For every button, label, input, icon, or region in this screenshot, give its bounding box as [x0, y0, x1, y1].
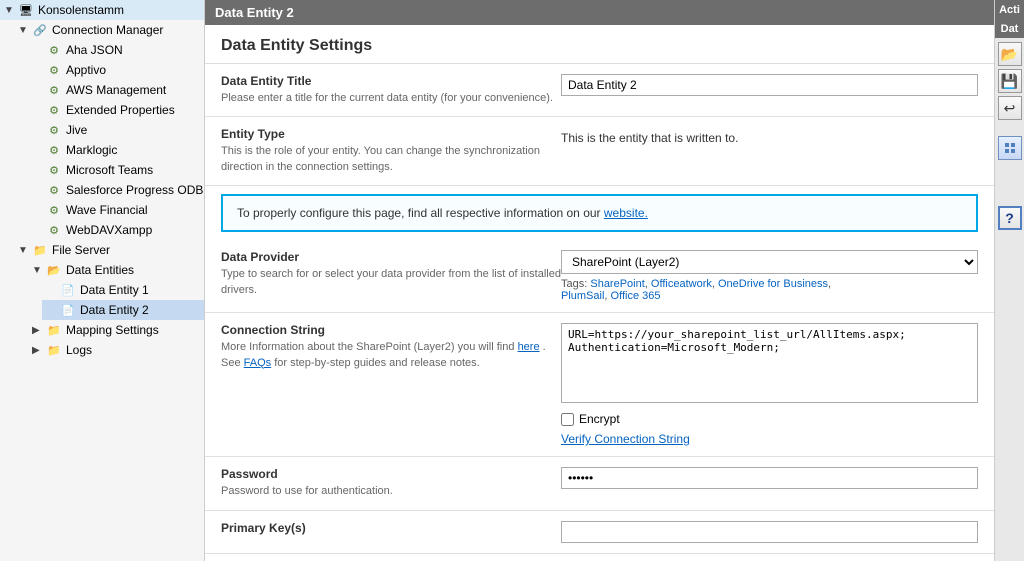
data-header: Dat: [995, 20, 1024, 38]
sidebar-item-data-entity-2[interactable]: 📄 Data Entity 2: [42, 300, 204, 320]
entity-title-section: Data Entity Title Please enter a title f…: [205, 64, 994, 117]
undo-button[interactable]: ↩: [998, 96, 1022, 120]
sidebar-tree: ▼ 🔗 Connection Manager ⚙ Aha JSON ⚙ Appt…: [0, 20, 204, 360]
wave-icon: ⚙: [46, 202, 62, 218]
sidebar-item-ms-teams[interactable]: ⚙ Microsoft Teams: [28, 160, 204, 180]
webdav-icon: ⚙: [46, 222, 62, 238]
entity-type-label: Entity Type: [221, 127, 561, 141]
sidebar-item-file-server[interactable]: ▼ 📁 File Server: [14, 240, 204, 260]
mapping-icon: 📁: [46, 322, 62, 338]
sidebar-item-marklogic[interactable]: ⚙ Marklogic: [28, 140, 204, 160]
help-button[interactable]: ?: [998, 206, 1022, 230]
entity-type-section: Entity Type This is the role of your ent…: [205, 117, 994, 186]
main-area: Data Entity 2 Data Entity Settings Data …: [205, 0, 994, 561]
conn-string-faq-link[interactable]: FAQs: [244, 357, 272, 369]
conn-manager-icon: 🔗: [32, 22, 48, 38]
encrypt-checkbox[interactable]: [561, 413, 574, 426]
sidebar-item-data-entity-1[interactable]: 📄 Data Entity 1: [42, 280, 204, 300]
entity-type-value: This is the entity that is written to.: [561, 127, 978, 145]
info-message: To properly configure this page, find al…: [237, 206, 601, 220]
data-provider-section: Data Provider Type to search for or sele…: [205, 240, 994, 313]
entity-type-desc: This is the role of your entity. You can…: [221, 144, 561, 175]
open-folder-button[interactable]: 📂: [998, 42, 1022, 66]
info-link[interactable]: website.: [604, 206, 648, 220]
sidebar-item-salesforce[interactable]: ⚙ Salesforce Progress ODBC: [28, 180, 204, 200]
aha-icon: ⚙: [46, 42, 62, 58]
title-bar: Data Entity 2: [205, 0, 994, 25]
logs-icon: 📁: [46, 342, 62, 358]
data-entities-icon: 📂: [46, 262, 62, 278]
data-provider-desc: Type to search for or select your data p…: [221, 267, 561, 298]
conn-string-desc: More Information about the SharePoint (L…: [221, 340, 561, 371]
primary-keys-label: Primary Key(s): [221, 521, 561, 535]
title-bar-text: Data Entity 2: [215, 5, 294, 20]
aws-icon: ⚙: [46, 82, 62, 98]
ext-props-icon: ⚙: [46, 102, 62, 118]
acti-header: Acti: [995, 0, 1024, 20]
sidebar-item-aws[interactable]: ⚙ AWS Management: [28, 80, 204, 100]
sidebar-item-webdav[interactable]: ⚙ WebDAVXampp: [28, 220, 204, 240]
right-buttons: 📂 💾 ↩ ?: [995, 38, 1024, 234]
file-server-icon: 📁: [32, 242, 48, 258]
root-icon: 🖥: [18, 2, 34, 18]
sidebar-item-data-entities[interactable]: ▼ 📂 Data Entities: [28, 260, 204, 280]
sidebar-item-jive[interactable]: ⚙ Jive: [28, 120, 204, 140]
conn-string-here-link[interactable]: here: [518, 341, 540, 353]
data-entity-1-icon: 📄: [60, 282, 76, 298]
sidebar: ▼ 🖥 Konsolenstamm ▼ 🔗 Connection Manager…: [0, 0, 205, 561]
sidebar-item-aha[interactable]: ⚙ Aha JSON: [28, 40, 204, 60]
data-entity-2-icon: 📄: [60, 302, 76, 318]
data-provider-select[interactable]: SharePoint (Layer2) File Server AWS Mana…: [561, 250, 978, 274]
salesforce-icon: ⚙: [46, 182, 62, 198]
entity-title-label: Data Entity Title: [221, 74, 561, 88]
password-section: Password Password to use for authenticat…: [205, 457, 994, 510]
provider-tags: Tags: SharePoint, Officeatwork, OneDrive…: [561, 278, 978, 302]
sidebar-root: ▼ 🖥 Konsolenstamm: [0, 0, 204, 20]
sidebar-item-wave[interactable]: ⚙ Wave Financial: [28, 200, 204, 220]
jive-icon: ⚙: [46, 122, 62, 138]
sidebar-item-logs[interactable]: ▶ 📁 Logs: [28, 340, 204, 360]
ms-teams-icon: ⚙: [46, 162, 62, 178]
primary-keys-section: Primary Key(s): [205, 511, 994, 554]
password-input[interactable]: [561, 467, 978, 489]
info-box: To properly configure this page, find al…: [221, 194, 978, 232]
conn-string-label: Connection String: [221, 323, 561, 337]
encrypt-label: Encrypt: [579, 412, 620, 426]
entity-title-desc: Please enter a title for the current dat…: [221, 91, 561, 106]
data-provider-label: Data Provider: [221, 250, 561, 264]
content-area: Data Entity Settings Data Entity Title P…: [205, 25, 994, 561]
sidebar-item-apptivo[interactable]: ⚙ Apptivo: [28, 60, 204, 80]
primary-keys-input[interactable]: [561, 521, 978, 543]
sidebar-item-conn-manager[interactable]: ▼ 🔗 Connection Manager: [14, 20, 204, 40]
sidebar-item-mapping[interactable]: ▶ 📁 Mapping Settings: [28, 320, 204, 340]
conn-string-section: Connection String More Information about…: [205, 313, 994, 457]
settings-icon: [1003, 141, 1017, 155]
settings-button[interactable]: [998, 136, 1022, 160]
sidebar-item-ext-props[interactable]: ⚙ Extended Properties: [28, 100, 204, 120]
right-column: Acti Dat 📂 💾 ↩ ?: [994, 0, 1024, 561]
apptivo-icon: ⚙: [46, 62, 62, 78]
verify-conn-link[interactable]: Verify Connection String: [561, 432, 978, 446]
marklogic-icon: ⚙: [46, 142, 62, 158]
sidebar-root-label: Konsolenstamm: [38, 3, 124, 17]
entity-title-input[interactable]: [561, 74, 978, 96]
password-label: Password: [221, 467, 561, 481]
settings-header: Data Entity Settings: [205, 25, 994, 64]
save-button[interactable]: 💾: [998, 69, 1022, 93]
conn-string-input[interactable]: URL=https://your_sharepoint_list_url/All…: [561, 323, 978, 403]
password-desc: Password to use for authentication.: [221, 484, 561, 499]
